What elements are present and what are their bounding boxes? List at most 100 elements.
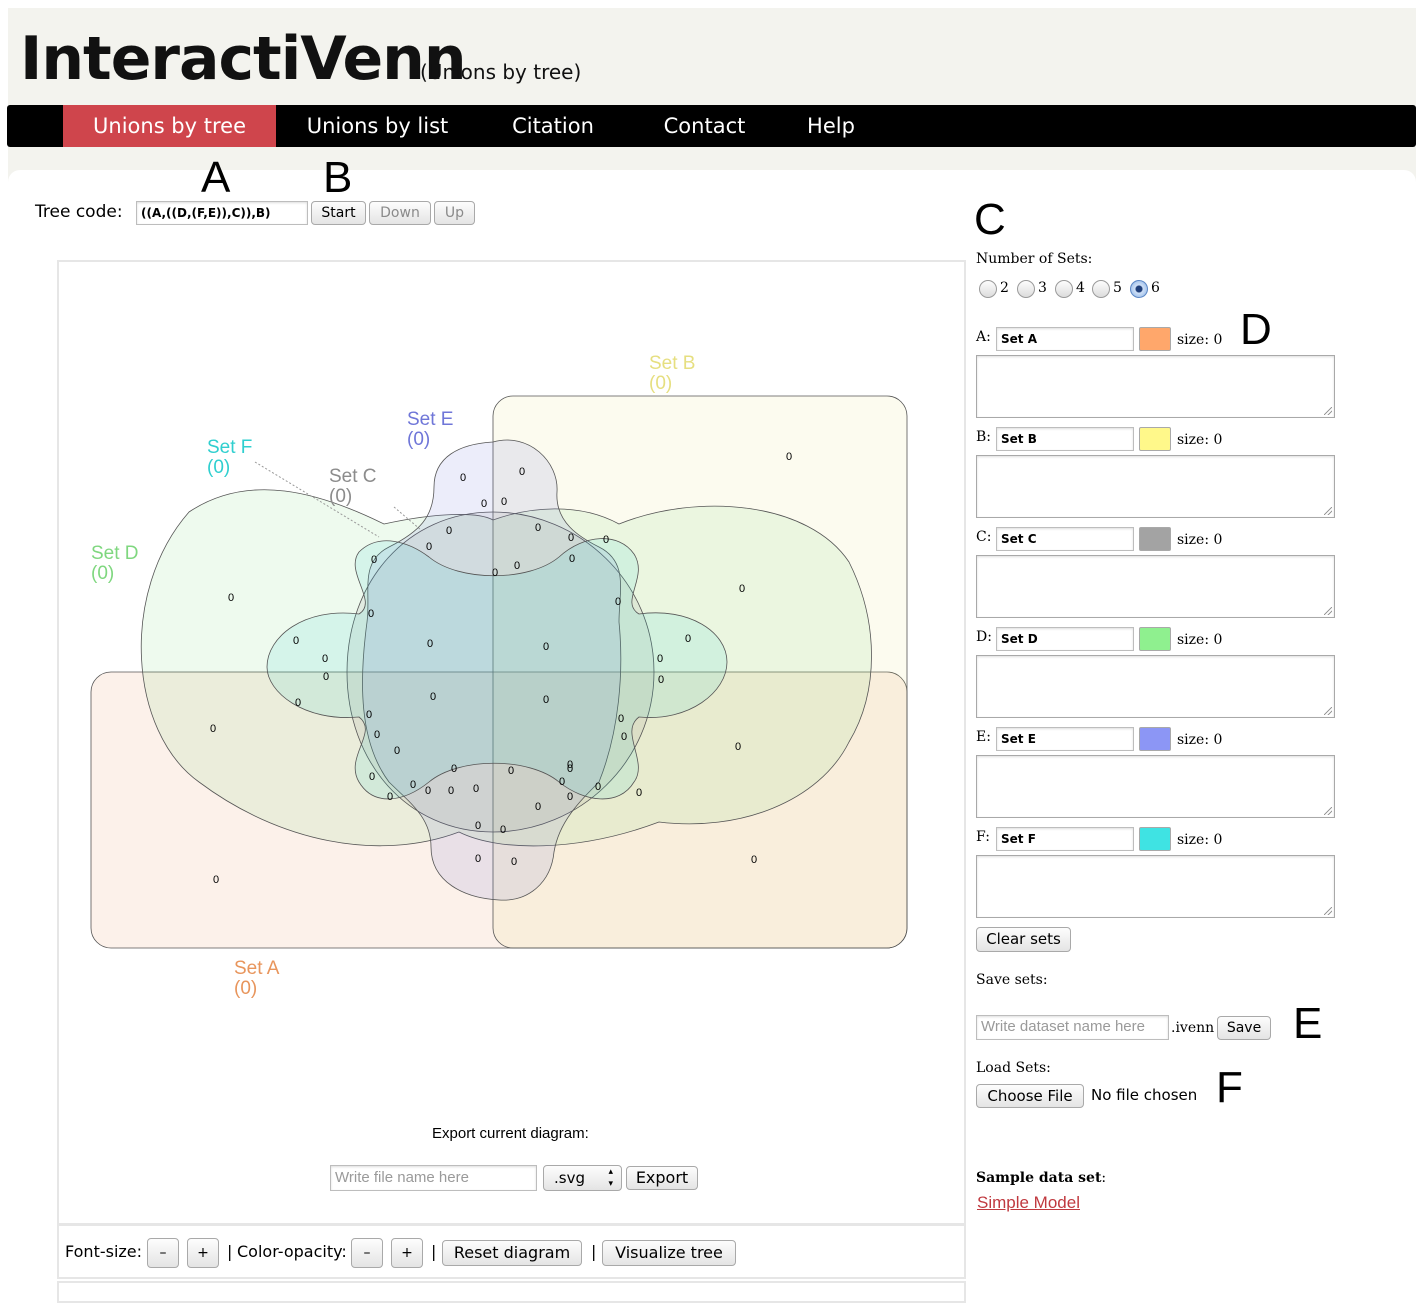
choose-file-button[interactable]: Choose File <box>976 1084 1084 1108</box>
set-label-b-count: (0) <box>649 373 672 394</box>
set-elements-textarea[interactable] <box>976 555 1335 618</box>
export-button[interactable]: Export <box>626 1166 698 1190</box>
load-sets-label: Load Sets: <box>976 1060 1051 1076</box>
set-label-c-count: (0) <box>329 486 352 507</box>
set-color-picker[interactable] <box>1139 327 1171 351</box>
font-size-decrease-button[interactable]: – <box>147 1238 179 1268</box>
region-count: 0 <box>213 874 219 886</box>
region-count: 0 <box>595 781 601 793</box>
app-subtitle: (Unions by tree) <box>420 60 582 84</box>
set-name-input[interactable]: Set C <box>996 527 1134 551</box>
region-count: 0 <box>448 785 454 797</box>
num-sets-radio-4[interactable] <box>1055 280 1073 298</box>
set-label-a-name: Set A <box>234 958 280 979</box>
region-count: 0 <box>475 853 481 865</box>
opacity-decrease-button[interactable]: – <box>351 1238 383 1268</box>
set-name-input[interactable]: Set F <box>996 827 1134 851</box>
font-size-increase-button[interactable]: + <box>187 1238 219 1268</box>
set-elements-textarea[interactable] <box>976 855 1335 918</box>
save-sets-label: Save sets: <box>976 972 1048 988</box>
annotation-d: D <box>1240 305 1272 354</box>
region-count: 0 <box>371 554 377 566</box>
set-size-label: size: 0 <box>1177 632 1223 648</box>
region-count: 0 <box>293 635 299 647</box>
export-filename-input[interactable]: Write file name here <box>330 1165 537 1191</box>
start-button[interactable]: Start <box>311 201 366 225</box>
num-sets-radio-6[interactable] <box>1130 280 1148 298</box>
set-label-a-count: (0) <box>234 978 257 999</box>
nav-bar: Unions by tree Unions by list Citation C… <box>7 105 1416 147</box>
nav-unions-by-tree[interactable]: Unions by tree <box>63 105 276 147</box>
region-count: 0 <box>366 709 372 721</box>
region-count: 0 <box>636 787 642 799</box>
venn-diagram[interactable]: Set A(0)Set B(0)Set C(0)Set D(0)Set E(0)… <box>59 262 964 1122</box>
region-count: 0 <box>500 824 506 836</box>
save-button[interactable]: Save <box>1217 1016 1271 1040</box>
num-sets-radio-3[interactable] <box>1017 280 1035 298</box>
num-sets-radio-5[interactable] <box>1092 280 1110 298</box>
export-label: Export current diagram: <box>432 1125 589 1142</box>
region-count: 0 <box>374 729 380 741</box>
reset-diagram-button[interactable]: Reset diagram <box>442 1240 582 1266</box>
region-count: 0 <box>567 759 573 771</box>
region-count: 0 <box>410 779 416 791</box>
select-arrows-icon: ▴ ▾ <box>608 1167 613 1189</box>
region-count: 0 <box>603 534 609 546</box>
up-button[interactable]: Up <box>434 201 475 225</box>
font-size-label: Font-size: <box>65 1242 143 1261</box>
down-button[interactable]: Down <box>369 201 431 225</box>
region-count: 0 <box>514 560 520 572</box>
region-count: 0 <box>508 765 514 777</box>
region-count: 0 <box>739 583 745 595</box>
region-count: 0 <box>322 653 328 665</box>
set-name-input[interactable]: Set B <box>996 427 1134 451</box>
nav-help[interactable]: Help <box>792 105 870 147</box>
set-color-picker[interactable] <box>1139 627 1171 651</box>
set-label-f-count: (0) <box>207 457 230 478</box>
annotation-b: B <box>323 153 353 202</box>
set-elements-textarea[interactable] <box>976 355 1335 418</box>
set-name-input[interactable]: Set A <box>996 327 1134 351</box>
tree-code-input[interactable]: ((A,((D,(F,E)),C)),B) <box>136 201 308 225</box>
set-elements-textarea[interactable] <box>976 455 1335 518</box>
nav-contact[interactable]: Contact <box>642 105 767 147</box>
export-format-select[interactable]: .svg ▴ ▾ <box>543 1165 622 1191</box>
region-count: 0 <box>228 592 234 604</box>
sample-simple-model-link[interactable]: Simple Model <box>977 1193 1080 1213</box>
visualize-tree-button[interactable]: Visualize tree <box>602 1240 736 1266</box>
set-name-input[interactable]: Set D <box>996 627 1134 651</box>
region-count: 0 <box>210 723 216 735</box>
region-count: 0 <box>475 820 481 832</box>
set-color-picker[interactable] <box>1139 527 1171 551</box>
region-count: 0 <box>786 451 792 463</box>
annotation-c: C <box>974 195 1006 244</box>
region-count: 0 <box>685 633 691 645</box>
dataset-name-input[interactable]: Write dataset name here <box>976 1015 1169 1040</box>
nav-unions-by-list[interactable]: Unions by list <box>290 105 465 147</box>
set-elements-textarea[interactable] <box>976 655 1335 718</box>
num-sets-radio-label: 3 <box>1038 280 1047 296</box>
num-sets-radio-2[interactable] <box>979 280 997 298</box>
set-color-picker[interactable] <box>1139 727 1171 751</box>
set-size-label: size: 0 <box>1177 532 1223 548</box>
nav-citation[interactable]: Citation <box>493 105 613 147</box>
set-elements-textarea[interactable] <box>976 755 1335 818</box>
region-count: 0 <box>425 785 431 797</box>
region-count: 0 <box>460 472 466 484</box>
num-sets-radio-label: 2 <box>1000 280 1009 296</box>
diagram-toolbar: Font-size: – + | Color-opacity: – + | Re… <box>57 1224 966 1279</box>
region-count: 0 <box>368 608 374 620</box>
region-count: 0 <box>511 856 517 868</box>
region-count: 0 <box>568 532 574 544</box>
region-count: 0 <box>295 697 301 709</box>
set-size-label: size: 0 <box>1177 432 1223 448</box>
set-color-picker[interactable] <box>1139 827 1171 851</box>
opacity-increase-button[interactable]: + <box>391 1238 423 1268</box>
clear-sets-button[interactable]: Clear sets <box>976 927 1071 952</box>
save-extension: .ivenn <box>1171 1020 1215 1036</box>
set-label-d-count: (0) <box>91 563 114 584</box>
annotation-a: A <box>201 153 231 202</box>
set-color-picker[interactable] <box>1139 427 1171 451</box>
set-name-input[interactable]: Set E <box>996 727 1134 751</box>
color-opacity-label: Color-opacity: <box>237 1242 347 1261</box>
